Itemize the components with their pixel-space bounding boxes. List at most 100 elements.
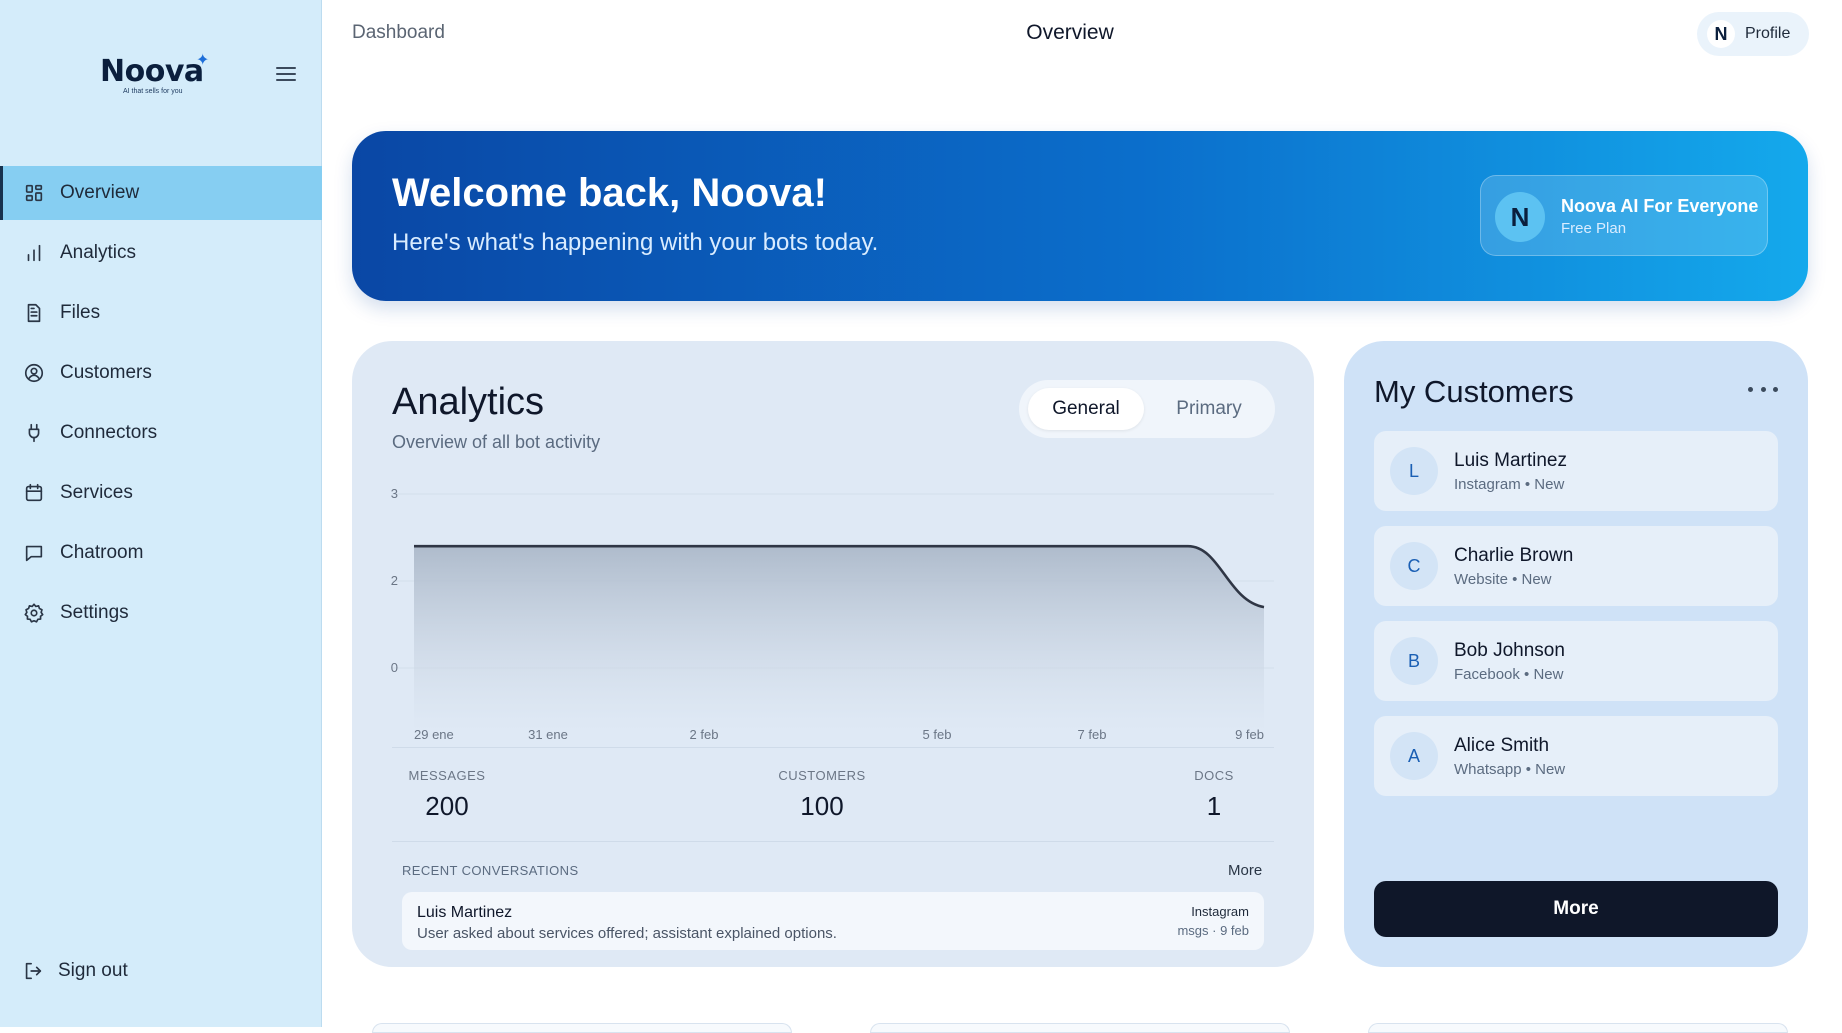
conversation-name: Luis Martinez [417, 904, 513, 921]
profile-button[interactable]: N Profile [1697, 12, 1809, 56]
brand-tagline: AI that sells for you [123, 88, 183, 95]
stat-label: MESSAGES [408, 768, 486, 783]
stat-value: 200 [425, 791, 469, 821]
customer-name: Bob Johnson [1454, 640, 1565, 661]
plan-avatar: N [1495, 192, 1545, 242]
x-tick-label: 31 ene [528, 727, 568, 742]
x-tick-label: 7 feb [1078, 727, 1107, 742]
customer-avatar: B [1390, 637, 1438, 685]
plug-icon [22, 421, 46, 445]
brand-logo[interactable]: Noova ✦ AI that sells for you [100, 52, 220, 104]
breadcrumb[interactable]: Dashboard [352, 22, 445, 44]
plan-card[interactable]: N Noova AI For Everyone Free Plan [1480, 175, 1768, 256]
bottom-card-edge [372, 1023, 792, 1033]
customer-item[interactable]: L Luis Martinez Instagram • New [1374, 431, 1778, 511]
stat-messages: MESSAGES 200 [377, 768, 517, 822]
bar-chart-icon [22, 241, 46, 265]
customers-card: My Customers L Luis Martinez Instagram •… [1344, 341, 1808, 967]
recent-more-link[interactable]: More [1228, 862, 1262, 879]
x-tick-label: 2 feb [690, 727, 719, 742]
sidebar-item-customers[interactable]: Customers [0, 346, 322, 400]
stat-label: CUSTOMERS [778, 768, 866, 783]
recent-conversations-heading: RECENT CONVERSATIONS [402, 863, 579, 878]
grid-icon [22, 181, 46, 205]
chat-icon [22, 541, 46, 565]
customers-title: My Customers [1374, 374, 1574, 409]
sidebar-item-connectors[interactable]: Connectors [0, 406, 322, 460]
customer-name: Luis Martinez [1454, 450, 1567, 471]
tab-general[interactable]: General [1028, 388, 1144, 430]
welcome-subtitle: Here's what's happening with your bots t… [392, 229, 879, 256]
sidebar-item-label: Settings [60, 602, 129, 623]
profile-label: Profile [1745, 25, 1791, 42]
analytics-tab-switch: General Primary [1019, 380, 1275, 438]
sign-out-icon [25, 962, 42, 980]
page-title: Overview [1026, 21, 1114, 44]
stat-customers: CUSTOMERS 100 [752, 768, 892, 822]
stat-value: 100 [800, 791, 844, 821]
divider [392, 841, 1274, 842]
sparkle-icon: ✦ [196, 52, 210, 69]
sidebar-item-files[interactable]: Files [0, 286, 322, 340]
customer-detail: Website • New [1454, 571, 1552, 588]
analytics-card: 3 2 0 29 ene 31 ene 2 feb 5 feb 7 feb 9 feb Ana… [352, 341, 1314, 967]
conversation-item[interactable]: Luis Martinez User asked about services … [402, 892, 1264, 950]
x-tick-label: 9 feb [1235, 727, 1264, 742]
conversation-source: Instagram [1191, 904, 1249, 919]
menu-toggle-icon[interactable] [274, 64, 298, 86]
customer-avatar: A [1390, 732, 1438, 780]
y-tick-label: 0 [391, 660, 398, 675]
stat-value: 1 [1206, 791, 1222, 821]
sidebar-item-label: Chatroom [60, 542, 144, 563]
stat-label: DOCS [1194, 768, 1234, 783]
customer-avatar: L [1390, 447, 1438, 495]
sidebar-item-overview[interactable]: Overview [0, 166, 322, 220]
sidebar-item-label: Customers [60, 362, 152, 383]
customers-more-button[interactable]: More [1374, 881, 1778, 937]
bottom-card-edge [1368, 1023, 1788, 1033]
series-area [414, 546, 1264, 731]
y-tick-label: 2 [391, 573, 398, 588]
sidebar-item-services[interactable]: Services [0, 466, 322, 520]
analytics-subtitle: Overview of all bot activity [392, 432, 601, 452]
sidebar-item-settings[interactable]: Settings [0, 586, 322, 640]
plan-name: Noova AI For Everyone [1561, 196, 1759, 216]
sign-out-label: Sign out [58, 960, 128, 981]
customer-item[interactable]: B Bob Johnson Facebook • New [1374, 621, 1778, 701]
sidebar: Noova ✦ AI that sells for you Overview A… [0, 0, 322, 1027]
sidebar-item-chatroom[interactable]: Chatroom [0, 526, 322, 580]
sidebar-item-label: Overview [60, 182, 140, 203]
y-tick-label: 3 [391, 486, 398, 501]
welcome-banner: Welcome back, Noova! Here's what's happe… [352, 131, 1808, 301]
customer-list: L Luis Martinez Instagram • New C Charli… [1374, 431, 1778, 811]
more-options-icon[interactable] [1748, 379, 1778, 399]
user-circle-icon [22, 361, 46, 385]
analytics-title: Analytics [392, 381, 545, 423]
customer-item[interactable]: A Alice Smith Whatsapp • New [1374, 716, 1778, 796]
customer-name: Charlie Brown [1454, 545, 1574, 566]
welcome-title: Welcome back, Noova! [392, 171, 827, 215]
sidebar-item-label: Connectors [60, 422, 158, 443]
stat-docs: DOCS 1 [1144, 768, 1284, 822]
customer-avatar: C [1390, 542, 1438, 590]
file-icon [22, 301, 46, 325]
customer-detail: Whatsapp • New [1454, 761, 1566, 778]
brand-name: Noova [100, 54, 204, 89]
sidebar-item-label: Services [60, 482, 133, 503]
tab-primary[interactable]: Primary [1153, 388, 1265, 430]
conversation-summary: User asked about services offered; assis… [417, 925, 837, 942]
sign-out-button[interactable]: Sign out [22, 960, 128, 982]
sidebar-item-label: Files [60, 302, 101, 323]
profile-avatar: N [1707, 20, 1735, 48]
customer-name: Alice Smith [1454, 735, 1550, 756]
gear-icon [22, 601, 46, 625]
customer-item[interactable]: C Charlie Brown Website • New [1374, 526, 1778, 606]
divider [392, 747, 1274, 748]
calendar-icon [22, 481, 46, 505]
x-tick-label: 29 ene [414, 727, 454, 742]
sidebar-item-label: Analytics [60, 242, 137, 263]
customer-detail: Instagram • New [1454, 476, 1565, 493]
sidebar-item-analytics[interactable]: Analytics [0, 226, 322, 280]
customer-detail: Facebook • New [1454, 666, 1564, 683]
bottom-card-edge [870, 1023, 1290, 1033]
